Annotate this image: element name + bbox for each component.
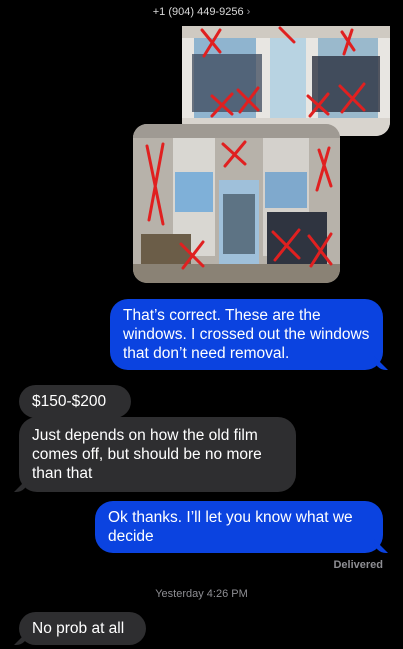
received-message-bubble[interactable]: $150-$200 bbox=[19, 385, 131, 418]
message-text: That’s correct. These are the windows. I… bbox=[123, 307, 370, 362]
store-front-windows-photo-2[interactable] bbox=[133, 124, 340, 283]
sent-message-bubble[interactable]: That’s correct. These are the windows. I… bbox=[110, 299, 383, 370]
chevron-right-icon: › bbox=[246, 6, 251, 18]
received-message-bubble[interactable]: No prob at all bbox=[19, 612, 146, 645]
message-text: No prob at all bbox=[32, 620, 125, 637]
message-text: Ok thanks. I’ll let you know what we dec… bbox=[108, 509, 353, 545]
delivered-status: Delivered bbox=[333, 559, 383, 571]
conversation-header[interactable]: +1 (904) 449-9256 › bbox=[0, 0, 403, 24]
message-text: $150-$200 bbox=[32, 393, 107, 410]
received-message-bubble[interactable]: Just depends on how the old film comes o… bbox=[19, 417, 296, 492]
message-timestamp: Yesterday 4:26 PM bbox=[155, 588, 248, 600]
store-front-windows-photo-1[interactable] bbox=[182, 26, 390, 136]
sent-message-bubble[interactable]: Ok thanks. I’ll let you know what we dec… bbox=[95, 501, 383, 553]
contact-phone-number[interactable]: +1 (904) 449-9256 bbox=[153, 6, 244, 18]
message-text: Just depends on how the old film comes o… bbox=[32, 427, 262, 482]
